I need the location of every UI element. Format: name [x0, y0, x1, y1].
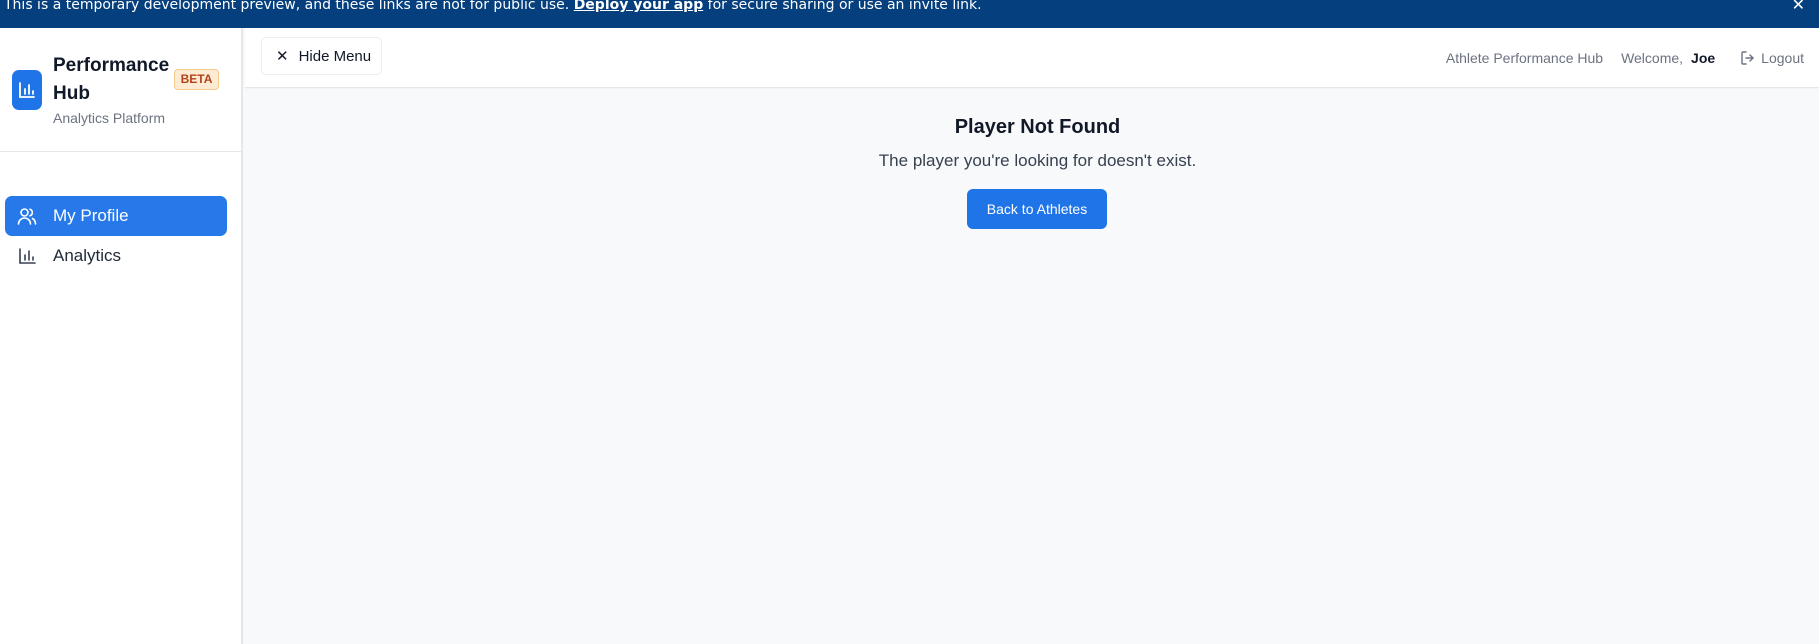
logout-button[interactable]: Logout	[1740, 50, 1804, 66]
bar-chart-icon	[15, 244, 39, 268]
brand-title: Performance Hub	[53, 55, 170, 104]
hide-menu-button[interactable]: ✕ Hide Menu	[261, 37, 382, 75]
logout-icon	[1740, 50, 1756, 66]
sidebar-item-label: My Profile	[53, 206, 129, 225]
banner-text-before: This is a temporary development preview,…	[4, 0, 574, 13]
welcome-label: Welcome,	[1621, 50, 1684, 66]
brand-subtitle: Analytics Platform	[53, 110, 166, 126]
sidebar-item-analytics[interactable]: Analytics	[5, 236, 227, 276]
hide-menu-label: Hide Menu	[298, 47, 372, 65]
sidebar: Performance Hub BETA Analytics Platform …	[0, 28, 243, 644]
logout-label: Logout	[1761, 50, 1804, 66]
close-icon: ✕	[276, 48, 289, 65]
banner-text-after: for secure sharing or use an invite link…	[703, 0, 982, 13]
header-right: Athlete Performance Hub Welcome, Joe Log…	[1446, 28, 1804, 88]
brand: Performance Hub BETA Analytics Platform	[0, 28, 241, 152]
top-header: ✕ Hide Menu Athlete Performance Hub Welc…	[245, 28, 1819, 88]
page-title: Player Not Found	[954, 116, 1121, 138]
back-to-athletes-button[interactable]: Back to Athletes	[967, 189, 1107, 229]
banner-message: This is a temporary development preview,…	[4, 0, 982, 12]
deploy-app-link[interactable]: Deploy your app	[574, 0, 704, 13]
main-content: Player Not Found The player you're looki…	[245, 89, 1819, 644]
user-name: Joe	[1691, 50, 1716, 66]
bar-chart-icon	[12, 70, 42, 110]
app-name: Athlete Performance Hub	[1445, 50, 1604, 66]
users-icon	[15, 204, 39, 228]
close-icon[interactable]: ✕	[1792, 0, 1805, 13]
preview-banner: This is a temporary development preview,…	[0, 0, 1819, 28]
beta-badge: BETA	[174, 69, 219, 90]
not-found-message: The player you're looking for doesn't ex…	[878, 151, 1197, 170]
sidebar-item-my-profile[interactable]: My Profile	[5, 196, 227, 236]
sidebar-item-label: Analytics	[53, 246, 122, 265]
